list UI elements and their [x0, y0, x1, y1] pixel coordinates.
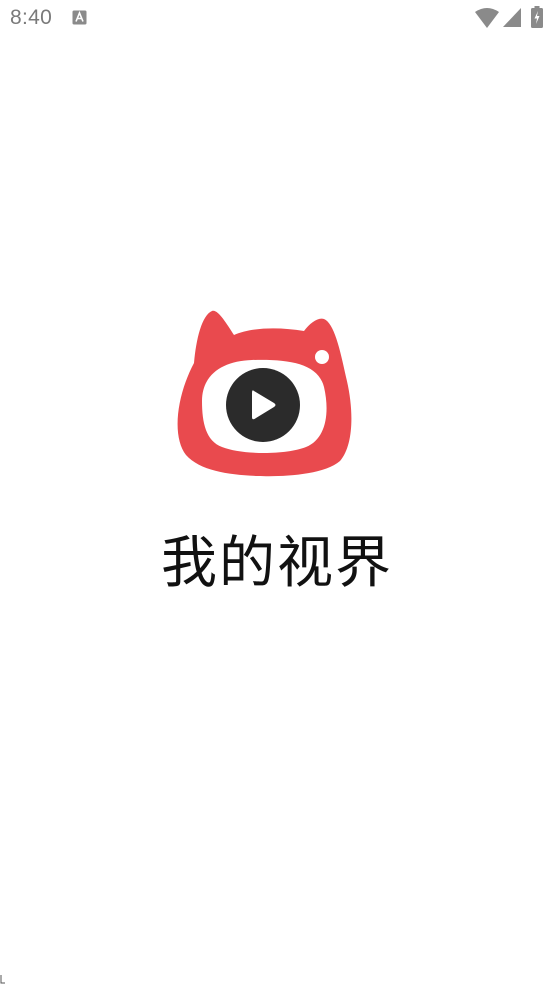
cellular-signal-icon — [503, 8, 521, 27]
text-notification-icon — [72, 10, 87, 25]
status-time: 8:40 — [10, 6, 53, 29]
corner-mark — [0, 975, 5, 984]
app-name-title: 我的视界 — [161, 531, 393, 596]
battery-charging-icon — [531, 6, 543, 28]
splash-screen: 8:40 我的视界 — [0, 0, 554, 985]
status-bar: 8:40 — [0, 0, 554, 38]
cat-camera-play-icon — [177, 310, 352, 477]
wifi-icon — [475, 8, 499, 28]
